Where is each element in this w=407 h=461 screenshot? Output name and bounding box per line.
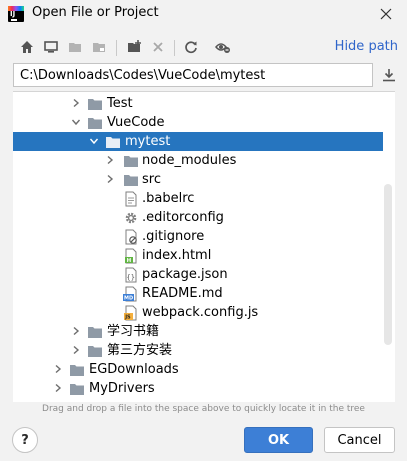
gear-icon <box>123 210 139 226</box>
cancel-button[interactable]: Cancel <box>324 427 395 453</box>
tree-item-label: VueCode <box>107 115 165 130</box>
tree-item-egdownloads[interactable]: EGDownloads <box>13 360 383 379</box>
tree-item-readme-md[interactable]: MD README.md <box>13 284 383 303</box>
tree-item-label: .gitignore <box>142 229 205 244</box>
tree-item-src[interactable]: src <box>13 170 383 189</box>
window-title: Open File or Project <box>32 5 159 20</box>
project-folder-icon[interactable] <box>65 37 85 57</box>
tree-item-label: index.html <box>142 248 212 263</box>
folder-icon <box>87 96 103 112</box>
show-hidden-files-icon[interactable] <box>213 37 233 57</box>
toolbar: Hide path <box>0 34 407 60</box>
chevron-right-icon[interactable] <box>105 174 115 184</box>
tree-item-gitignore[interactable]: .gitignore <box>13 227 383 246</box>
title-bar: IJ Open File or Project <box>0 0 407 28</box>
chevron-right-icon[interactable] <box>105 155 115 165</box>
refresh-icon[interactable] <box>181 37 201 57</box>
tree-item-node-modules[interactable]: node_modules <box>13 151 383 170</box>
tree-item-label: mytest <box>125 134 171 149</box>
tree-item-package-json[interactable]: {} package.json <box>13 265 383 284</box>
path-field[interactable] <box>13 63 373 87</box>
folder-icon <box>69 381 85 397</box>
tree-item-third-party-install[interactable]: 第三方安装 <box>13 341 383 360</box>
close-icon[interactable] <box>375 3 397 25</box>
path-input[interactable] <box>14 64 372 86</box>
folder-icon <box>123 153 139 169</box>
chevron-down-icon[interactable] <box>71 117 81 127</box>
folder-icon <box>123 172 139 188</box>
delete-icon[interactable] <box>148 37 168 57</box>
folder-icon <box>87 115 103 131</box>
folder-icon <box>87 324 103 340</box>
javascript-file-icon: JS <box>123 305 139 321</box>
new-folder-icon[interactable] <box>124 37 144 57</box>
tree-item-editorconfig[interactable]: .editorconfig <box>13 208 383 227</box>
folder-icon <box>69 362 85 378</box>
tree-item-label: .editorconfig <box>142 210 224 225</box>
folder-icon <box>87 343 103 359</box>
ok-button[interactable]: OK <box>244 427 313 453</box>
tree-item-label: webpack.config.js <box>142 305 259 320</box>
html-file-icon: H <box>123 248 139 264</box>
vertical-scrollbar[interactable] <box>384 184 392 345</box>
json-file-icon: {} <box>123 267 139 283</box>
tree-item-label: MyDrivers <box>89 381 155 396</box>
tree-item-label: src <box>142 172 161 187</box>
toolbar-separator <box>174 40 175 56</box>
chevron-right-icon[interactable] <box>71 345 81 355</box>
svg-text:MD: MD <box>124 296 133 302</box>
tree-item-label: 学习书籍 <box>107 324 160 339</box>
home-icon[interactable] <box>17 37 37 57</box>
file-tree[interactable]: Test VueCode mytest node_modules src .ba… <box>13 91 395 402</box>
tree-item-mytest[interactable]: mytest <box>13 132 383 151</box>
tree-item-webpack-config-js[interactable]: JS webpack.config.js <box>13 303 383 322</box>
svg-text:JS: JS <box>124 315 131 321</box>
text-file-icon <box>123 191 139 207</box>
tree-item-label: node_modules <box>142 153 237 168</box>
ignore-file-icon <box>123 229 139 245</box>
tree-item-vuecode[interactable]: VueCode <box>13 113 383 132</box>
tree-item-mydrivers[interactable]: MyDrivers <box>13 379 383 398</box>
chevron-down-icon[interactable] <box>89 136 99 146</box>
folder-icon <box>105 134 121 150</box>
desktop-icon[interactable] <box>41 37 61 57</box>
tree-item-index-html[interactable]: H index.html <box>13 246 383 265</box>
chevron-right-icon[interactable] <box>53 364 63 374</box>
help-button[interactable]: ? <box>12 427 38 453</box>
intellij-logo-icon: IJ <box>8 6 24 22</box>
toolbar-separator <box>116 40 117 56</box>
hide-path-link[interactable]: Hide path <box>335 39 398 54</box>
tree-item-label: EGDownloads <box>89 362 179 377</box>
chevron-right-icon[interactable] <box>71 98 81 108</box>
chevron-right-icon[interactable] <box>71 326 81 336</box>
tree-item-label: Test <box>107 96 133 111</box>
tree-item-label: 第三方安装 <box>107 343 173 358</box>
tree-item-babelrc[interactable]: .babelrc <box>13 189 383 208</box>
chevron-right-icon[interactable] <box>53 383 63 393</box>
tree-item-label: README.md <box>142 286 223 301</box>
svg-text:{}: {} <box>127 274 135 282</box>
tree-item-label: package.json <box>142 267 228 282</box>
drag-drop-hint: Drag and drop a file into the space abov… <box>42 404 365 414</box>
tree-item-study-books[interactable]: 学习书籍 <box>13 322 383 341</box>
tree-item-label: .babelrc <box>142 191 195 206</box>
tree-item-test[interactable]: Test <box>13 94 383 113</box>
module-folder-icon[interactable] <box>89 37 109 57</box>
markdown-file-icon: MD <box>123 286 139 302</box>
svg-text:H: H <box>127 258 132 264</box>
download-icon[interactable] <box>380 66 398 84</box>
